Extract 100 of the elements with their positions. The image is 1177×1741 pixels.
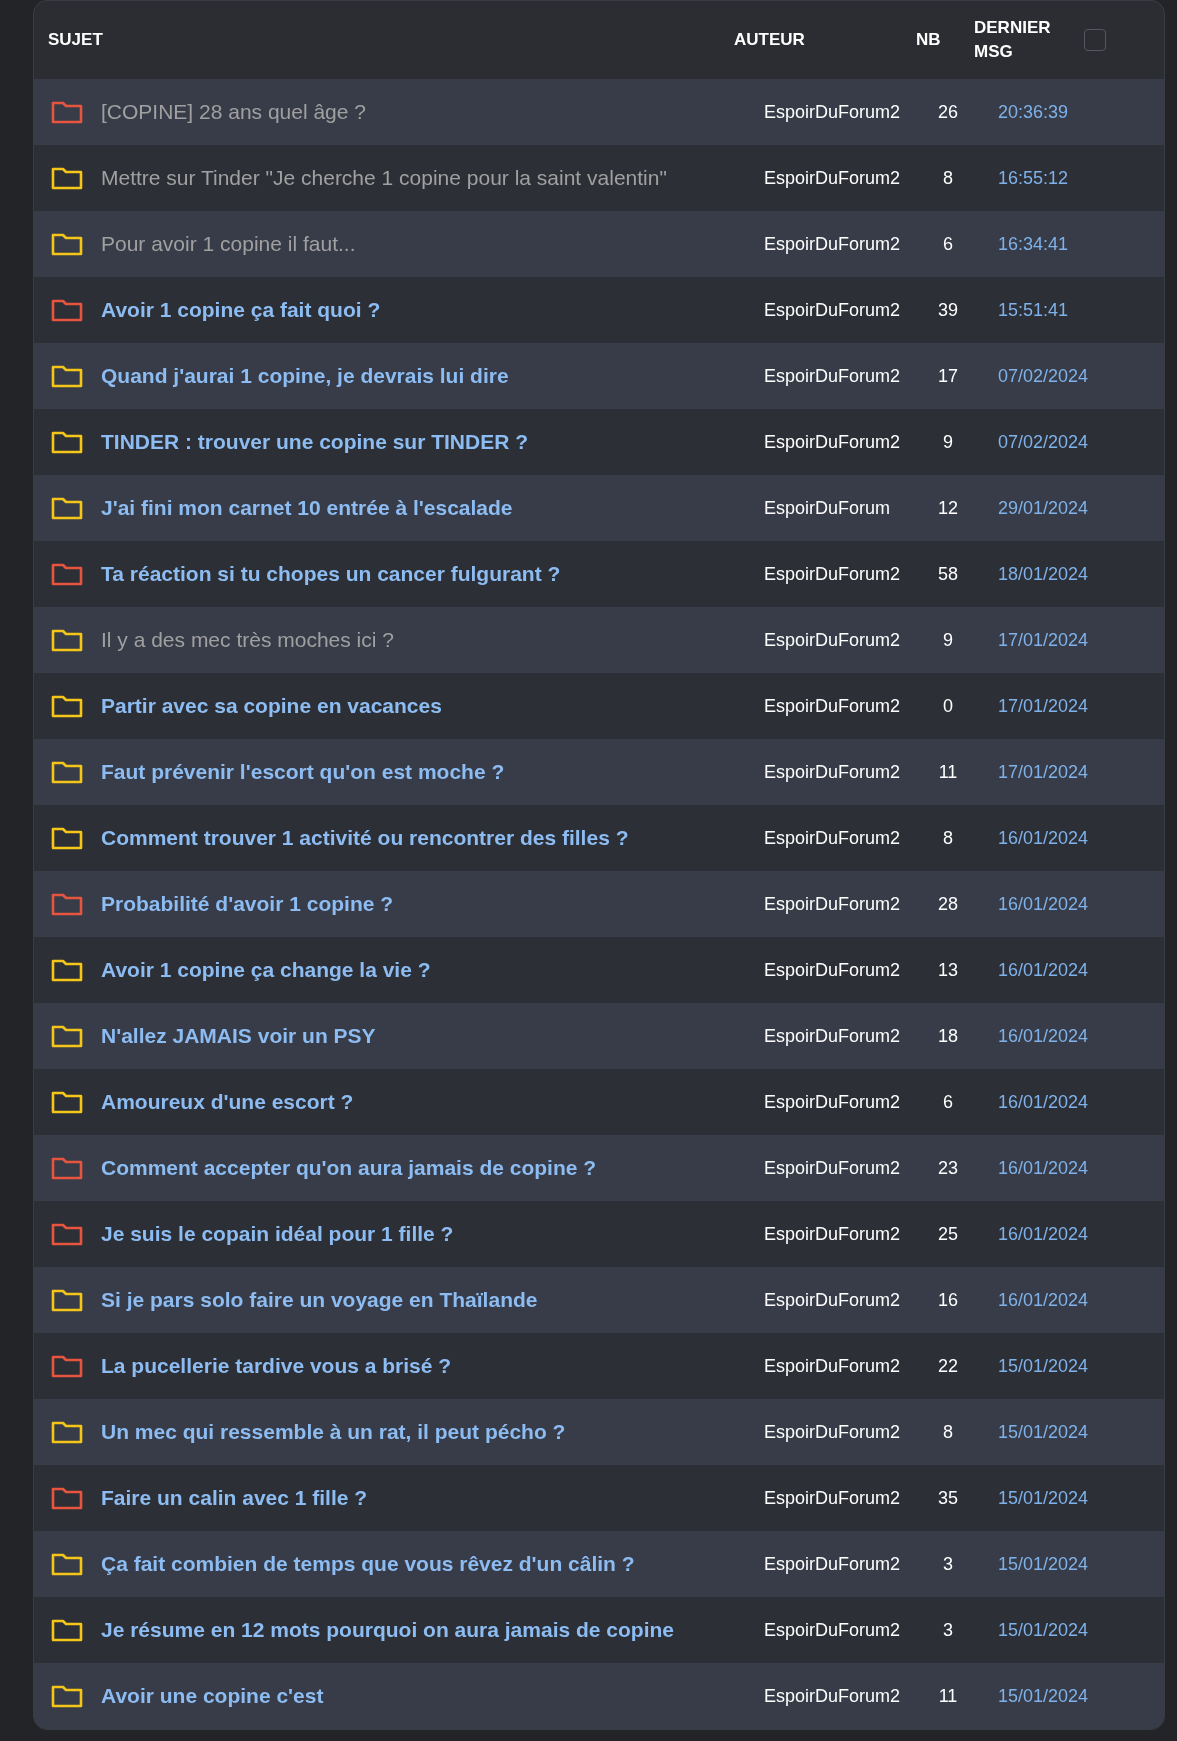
topic-title-link[interactable]: Avoir 1 copine ça change la vie ? xyxy=(101,954,764,986)
last-message-link[interactable]: 07/02/2024 xyxy=(998,362,1089,390)
last-message-link[interactable]: 18/01/2024 xyxy=(998,560,1089,588)
reply-count: 6 xyxy=(942,1090,954,1114)
topic-title-link[interactable]: J'ai fini mon carnet 10 entrée à l'escalade xyxy=(101,492,764,524)
topic-title-link[interactable]: Ta réaction si tu chopes un cancer fulgurant ? xyxy=(101,558,764,590)
topic-row[interactable]: Un mec qui ressemble à un rat, il peut pécho ? EspoirDuForum2 8 15/01/2024 xyxy=(34,1399,1164,1465)
last-message-link[interactable]: 16/01/2024 xyxy=(998,1286,1089,1314)
author-name[interactable]: EspoirDuForum2 xyxy=(764,98,924,126)
last-message-link[interactable]: 15/01/2024 xyxy=(998,1484,1089,1512)
topic-row[interactable]: Comment accepter qu'on aura jamais de copine ? EspoirDuForum2 23 16/01/2024 xyxy=(34,1135,1164,1201)
topic-row[interactable]: Si je pars solo faire un voyage en Thaïlande EspoirDuForum2 16 16/01/2024 xyxy=(34,1267,1164,1333)
topic-row[interactable]: Faut prévenir l'escort qu'on est moche ? EspoirDuForum2 11 17/01/2024 xyxy=(34,739,1164,805)
last-message-link[interactable]: 16:55:12 xyxy=(998,164,1069,192)
topic-title-link[interactable]: Faire un calin avec 1 fille ? xyxy=(101,1482,764,1514)
topic-row[interactable]: J'ai fini mon carnet 10 entrée à l'escalade EspoirDuForum 12 29/01/2024 xyxy=(34,475,1164,541)
topic-title-link[interactable]: La pucellerie tardive vous a brisé ? xyxy=(101,1350,764,1382)
topic-title-link[interactable]: Mettre sur Tinder "Je cherche 1 copine pour la saint valentin" xyxy=(101,162,764,194)
author-name[interactable]: EspoirDuForum2 xyxy=(764,626,924,654)
topic-title-link[interactable]: Comment accepter qu'on aura jamais de copine ? xyxy=(101,1152,764,1184)
topic-title-link[interactable]: Avoir une copine c'est xyxy=(101,1680,764,1712)
topic-title-link[interactable]: Avoir 1 copine ça fait quoi ? xyxy=(101,294,764,326)
last-message-link[interactable]: 16/01/2024 xyxy=(998,1088,1089,1116)
author-name[interactable]: EspoirDuForum2 xyxy=(764,956,924,984)
last-message-link[interactable]: 15/01/2024 xyxy=(998,1682,1089,1710)
select-all-checkbox[interactable] xyxy=(1084,29,1106,51)
reply-count: 39 xyxy=(937,298,959,322)
topic-title-link[interactable]: Faut prévenir l'escort qu'on est moche ? xyxy=(101,756,764,788)
topic-title-link[interactable]: Il y a des mec très moches ici ? xyxy=(101,624,764,656)
author-name[interactable]: EspoirDuForum2 xyxy=(764,1682,924,1710)
author-name[interactable]: EspoirDuForum2 xyxy=(764,1286,924,1314)
last-message-link[interactable]: 16/01/2024 xyxy=(998,824,1089,852)
topic-title-link[interactable]: N'allez JAMAIS voir un PSY xyxy=(101,1020,764,1052)
topic-title-link[interactable]: Un mec qui ressemble à un rat, il peut pécho ? xyxy=(101,1416,764,1448)
reply-count: 26 xyxy=(937,100,959,124)
author-name[interactable]: EspoirDuForum2 xyxy=(764,560,924,588)
author-name[interactable]: EspoirDuForum2 xyxy=(764,1484,924,1512)
topic-title-link[interactable]: TINDER : trouver une copine sur TINDER ? xyxy=(101,426,764,458)
author-name[interactable]: EspoirDuForum2 xyxy=(764,1088,924,1116)
author-name[interactable]: EspoirDuForum2 xyxy=(764,1550,924,1578)
last-message-link[interactable]: 17/01/2024 xyxy=(998,626,1089,654)
topic-title-link[interactable]: Je suis le copain idéal pour 1 fille ? xyxy=(101,1218,764,1250)
author-name[interactable]: EspoirDuForum2 xyxy=(764,1418,924,1446)
reply-count: 18 xyxy=(937,1024,959,1048)
topic-row[interactable]: N'allez JAMAIS voir un PSY EspoirDuForum2 18 16/01/2024 xyxy=(34,1003,1164,1069)
last-message-link[interactable]: 16/01/2024 xyxy=(998,1022,1089,1050)
last-message-link[interactable]: 17/01/2024 xyxy=(998,692,1089,720)
author-name[interactable]: EspoirDuForum2 xyxy=(764,890,924,918)
last-message-link[interactable]: 16/01/2024 xyxy=(998,1220,1089,1248)
author-name[interactable]: EspoirDuForum2 xyxy=(764,164,924,192)
topic-row[interactable]: [COPINE] 28 ans quel âge ? EspoirDuForum2 26 20:36:39 xyxy=(34,79,1164,145)
last-message-link[interactable]: 07/02/2024 xyxy=(998,428,1089,456)
author-name[interactable]: EspoirDuForum2 xyxy=(764,758,924,786)
last-message-link[interactable]: 16:34:41 xyxy=(998,230,1069,258)
topic-row[interactable]: Quand j'aurai 1 copine, je devrais lui dire EspoirDuForum2 17 07/02/2024 xyxy=(34,343,1164,409)
author-name[interactable]: EspoirDuForum2 xyxy=(764,1352,924,1380)
topic-row[interactable]: Il y a des mec très moches ici ? EspoirDuForum2 9 17/01/2024 xyxy=(34,607,1164,673)
author-name[interactable]: EspoirDuForum2 xyxy=(764,1022,924,1050)
topic-title-link[interactable]: Quand j'aurai 1 copine, je devrais lui dire xyxy=(101,360,764,392)
reply-count: 13 xyxy=(937,958,959,982)
author-name[interactable]: EspoirDuForum2 xyxy=(764,1220,924,1248)
topic-title-link[interactable]: [COPINE] 28 ans quel âge ? xyxy=(101,96,764,128)
topic-row[interactable]: Ça fait combien de temps que vous rêvez d'un câlin ? EspoirDuForum2 3 15/01/2024 xyxy=(34,1531,1164,1597)
author-name[interactable]: EspoirDuForum2 xyxy=(764,428,924,456)
last-message-link[interactable]: 17/01/2024 xyxy=(998,758,1089,786)
author-name[interactable]: EspoirDuForum2 xyxy=(764,230,924,258)
topic-title-link[interactable]: Amoureux d'une escort ? xyxy=(101,1086,764,1118)
author-name[interactable]: EspoirDuForum2 xyxy=(764,824,924,852)
last-message-link[interactable]: 15/01/2024 xyxy=(998,1352,1089,1380)
last-message-link[interactable]: 16/01/2024 xyxy=(998,956,1089,984)
reply-count: 0 xyxy=(942,694,954,718)
topic-title-link[interactable]: Si je pars solo faire un voyage en Thaïlande xyxy=(101,1284,764,1316)
author-name[interactable]: EspoirDuForum2 xyxy=(764,1616,924,1644)
reply-count: 9 xyxy=(942,628,954,652)
topic-row[interactable]: Probabilité d'avoir 1 copine ? EspoirDuForum2 28 16/01/2024 xyxy=(34,871,1164,937)
author-name[interactable]: EspoirDuForum2 xyxy=(764,1154,924,1182)
topic-row[interactable]: Pour avoir 1 copine il faut... EspoirDuForum2 6 16:34:41 xyxy=(34,211,1164,277)
topic-title-link[interactable]: Partir avec sa copine en vacances xyxy=(101,690,764,722)
last-message-link[interactable]: 15/01/2024 xyxy=(998,1418,1089,1446)
author-name[interactable]: EspoirDuForum2 xyxy=(764,296,924,324)
topic-title-link[interactable]: Je résume en 12 mots pourquoi on aura jamais de copine xyxy=(101,1614,764,1646)
last-message-link[interactable]: 15/01/2024 xyxy=(998,1616,1089,1644)
topic-row[interactable]: Avoir une copine c'est EspoirDuForum2 11 15/01/2024 xyxy=(34,1663,1164,1729)
topic-title-link[interactable]: Comment trouver 1 activité ou rencontrer des filles ? xyxy=(101,822,764,854)
topic-title-link[interactable]: Probabilité d'avoir 1 copine ? xyxy=(101,888,764,920)
reply-count: 6 xyxy=(942,232,954,256)
author-name[interactable]: EspoirDuForum2 xyxy=(764,692,924,720)
author-name[interactable]: EspoirDuForum xyxy=(764,494,924,522)
last-message-link[interactable]: 29/01/2024 xyxy=(998,494,1089,522)
topic-title-link[interactable]: Ça fait combien de temps que vous rêvez d'un câlin ? xyxy=(101,1548,764,1580)
author-name[interactable]: EspoirDuForum2 xyxy=(764,362,924,390)
last-message-link[interactable]: 16/01/2024 xyxy=(998,890,1089,918)
last-message-link[interactable]: 16/01/2024 xyxy=(998,1154,1089,1182)
last-message-link[interactable]: 20:36:39 xyxy=(998,98,1069,126)
last-message-link[interactable]: 15/01/2024 xyxy=(998,1550,1089,1578)
topic-title-link[interactable]: Pour avoir 1 copine il faut... xyxy=(101,228,764,260)
reply-count: 35 xyxy=(937,1486,959,1510)
last-message-link[interactable]: 15:51:41 xyxy=(998,296,1069,324)
reply-count: 17 xyxy=(937,364,959,388)
reply-count: 58 xyxy=(937,562,959,586)
